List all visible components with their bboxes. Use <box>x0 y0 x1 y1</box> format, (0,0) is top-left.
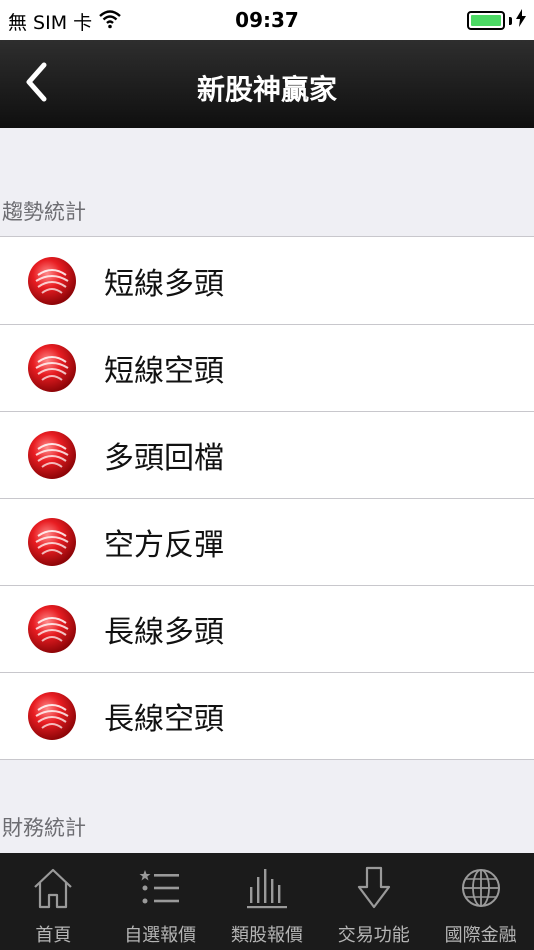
list-item[interactable]: 短線多頭 <box>0 237 534 324</box>
list-item[interactable]: 空方反彈 <box>0 498 534 585</box>
status-right <box>467 9 526 32</box>
battery-tip <box>509 16 512 25</box>
tab-label: 首頁 <box>35 925 72 946</box>
trend-list: 短線多頭 短線空頭 多頭回檔 空方反彈 長線多頭 長線空頭 <box>0 236 534 760</box>
tab-label: 類股報價 <box>230 925 303 946</box>
status-bar: 無 SIM 卡 09:37 <box>0 0 534 40</box>
down-arrow-icon <box>352 865 396 915</box>
tab-sector-quotes[interactable]: 類股報價 <box>214 853 321 950</box>
list-item-label: 長線多頭 <box>104 614 224 650</box>
list-item-label: 多頭回檔 <box>104 440 224 476</box>
home-icon <box>31 865 75 915</box>
tab-bar: 首頁 自選報價 類股報價 交易功能 國際金融 <box>0 853 534 950</box>
list-item-label: 空方反彈 <box>104 527 224 563</box>
globe-icon <box>459 865 503 915</box>
list-item-label: 長線空頭 <box>104 701 224 737</box>
list-item[interactable]: 短線空頭 <box>0 324 534 411</box>
tab-trading[interactable]: 交易功能 <box>320 853 427 950</box>
star-list-icon <box>138 865 182 915</box>
list-item[interactable]: 多頭回檔 <box>0 411 534 498</box>
red-ball-icon <box>26 516 78 568</box>
list-item-label: 短線空頭 <box>104 353 224 389</box>
section-header-trend: 趨勢統計 <box>2 200 86 224</box>
status-time: 09:37 <box>235 8 299 32</box>
battery-icon <box>467 11 505 30</box>
red-ball-icon <box>26 690 78 742</box>
tab-label: 自選報價 <box>124 925 197 946</box>
list-item-label: 短線多頭 <box>104 266 224 302</box>
red-ball-icon <box>26 342 78 394</box>
battery-level <box>471 15 501 26</box>
charging-bolt-icon <box>516 9 526 32</box>
red-ball-icon <box>26 429 78 481</box>
bar-chart-icon <box>245 865 289 915</box>
nav-bar: 新股神贏家 <box>0 40 534 128</box>
tab-home[interactable]: 首頁 <box>0 853 107 950</box>
page-title: 新股神贏家 <box>196 73 337 106</box>
red-ball-icon <box>26 255 78 307</box>
tab-label: 交易功能 <box>337 925 410 946</box>
section-header-finance: 財務統計 <box>2 816 86 840</box>
list-item[interactable]: 長線多頭 <box>0 585 534 672</box>
tab-international-finance[interactable]: 國際金融 <box>427 853 534 950</box>
red-ball-icon <box>26 603 78 655</box>
list-item[interactable]: 長線空頭 <box>0 672 534 759</box>
tab-label: 國際金融 <box>444 925 517 946</box>
tab-watchlist[interactable]: 自選報價 <box>107 853 214 950</box>
